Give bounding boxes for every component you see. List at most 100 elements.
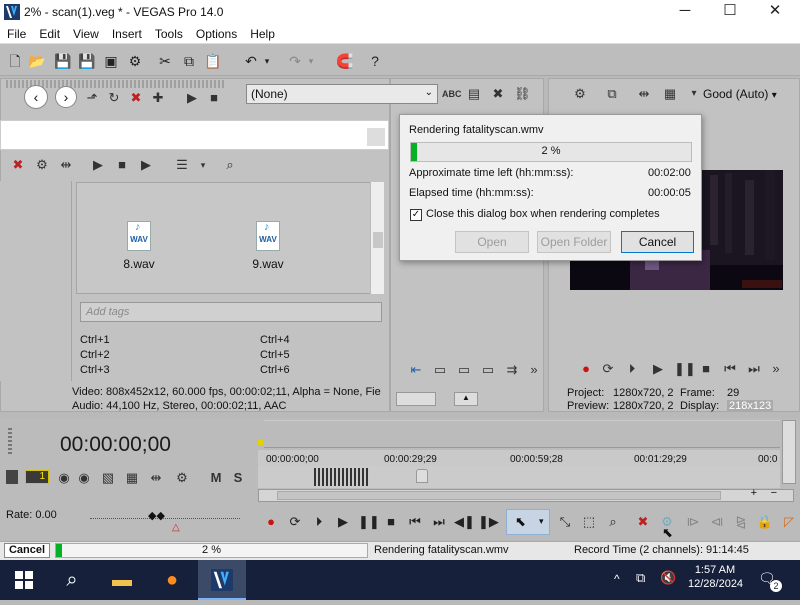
show-hidden-icons-icon[interactable]: ^ (614, 572, 620, 586)
forward-icon[interactable]: › (55, 86, 77, 108)
remove-icon[interactable]: ✖ (10, 157, 26, 173)
vertical-scrollbar[interactable] (782, 420, 796, 484)
menu-help[interactable]: Help (243, 24, 281, 44)
track-fx-icon[interactable]: ▦ (124, 470, 140, 486)
preview-play-icon[interactable]: ▶ (90, 157, 106, 173)
timeline-horizontal-scrollbar[interactable]: + − (258, 487, 794, 502)
envelope-tool-icon[interactable]: ⤡ (556, 513, 574, 531)
status-cancel-button[interactable]: Cancel (4, 543, 50, 558)
trim-mode-icon[interactable]: ▭ (432, 362, 448, 378)
track-motion-icon[interactable]: ▧ (100, 470, 116, 486)
clock[interactable]: 1:57 AM 12/28/2024 (688, 564, 743, 590)
file-list-scrollbar[interactable] (370, 182, 384, 294)
transport-play-icon[interactable]: ▶ (334, 513, 352, 531)
trim-end-icon[interactable]: ⧏ (708, 513, 726, 531)
up-folder-icon[interactable]: ⬏ (84, 90, 100, 106)
trim-region-icon[interactable]: ▭ (480, 362, 496, 378)
prev-frame-icon[interactable]: ⏮ (722, 361, 738, 377)
open-button[interactable]: Open (455, 231, 529, 253)
play-from-start-icon[interactable]: ⏵ (624, 361, 640, 377)
address-dropdown-icon[interactable] (367, 128, 385, 146)
pause-icon[interactable]: ❚❚ (674, 361, 696, 377)
menu-tools[interactable]: Tools (148, 24, 189, 44)
whats-this-help-icon[interactable]: ? (366, 52, 384, 70)
paste-icon[interactable]: 📋 (204, 52, 222, 70)
mute-icon[interactable]: ◉ (56, 470, 72, 486)
trim-start-icon[interactable]: ⧐ (684, 513, 702, 531)
insert-marker-icon[interactable]: ◸ (780, 513, 798, 531)
network-icon[interactable]: ⧉ (636, 570, 645, 586)
file-explorer-icon[interactable]: ▬ (98, 560, 146, 600)
selection-tool-icon[interactable]: ⬚ (580, 513, 598, 531)
auto-preview-icon[interactable]: ⇹ (58, 157, 74, 173)
marker-bar[interactable] (264, 420, 780, 448)
normal-edit-tool-button[interactable]: ⬉ ▾ (506, 509, 550, 535)
auto-play-icon[interactable]: ▶ (138, 157, 154, 173)
track-expand-icon[interactable] (6, 470, 18, 484)
undo-dropdown-icon[interactable]: ▾ (262, 52, 272, 70)
views-dropdown-icon[interactable]: ▾ (198, 157, 208, 173)
open-folder-button[interactable]: Open Folder (537, 231, 611, 253)
fx-select[interactable]: (None) ⌄ (246, 84, 438, 104)
transport-record-icon[interactable]: ● (262, 513, 280, 531)
redo-icon[interactable]: ↷ (286, 52, 304, 70)
go-to-start-icon[interactable]: ⏮ (406, 513, 424, 531)
solo-icon[interactable]: ◉ (76, 470, 92, 486)
explorer-play-icon[interactable]: ▶ (184, 90, 200, 106)
scrollbar-thumb[interactable] (373, 232, 383, 248)
save-icon[interactable]: 💾 (54, 52, 72, 70)
zoom-out-icon[interactable]: − (771, 487, 777, 499)
transport-loop-icon[interactable]: ⟳ (286, 513, 304, 531)
explorer-stop-icon[interactable]: ■ (206, 90, 222, 106)
loop-icon[interactable]: ⟳ (600, 361, 616, 377)
menu-options[interactable]: Options (189, 24, 243, 44)
mute-m-button[interactable]: M (208, 470, 224, 486)
trim-add-icon[interactable]: ⇉ (504, 362, 520, 378)
zoom-tool-icon[interactable]: ⌕ (604, 513, 622, 531)
split-screen-icon[interactable]: ⇹ (636, 86, 652, 102)
save-as-icon[interactable]: 💾 (78, 52, 96, 70)
redo-dropdown-icon[interactable]: ▾ (306, 52, 316, 70)
undo-icon[interactable]: ↶ (242, 52, 260, 70)
settings-gear-icon[interactable]: ⚙ (34, 157, 50, 173)
cut-icon[interactable]: ✂ (156, 52, 174, 70)
external-monitor-icon[interactable]: ⧉ (604, 86, 620, 102)
close-when-done-checkbox[interactable]: ✓ (410, 209, 422, 221)
record-icon[interactable]: ● (578, 361, 594, 377)
transport-stop-icon[interactable]: ■ (382, 513, 400, 531)
play-icon[interactable]: ▶ (650, 361, 666, 377)
menu-file[interactable]: File (0, 24, 32, 44)
playhead-marker-icon[interactable] (416, 469, 428, 483)
menu-view[interactable]: View (66, 24, 105, 44)
composite-mode-icon[interactable]: ⇹ (148, 470, 164, 486)
views-icon[interactable]: ☰ (174, 157, 190, 173)
copy-icon[interactable]: ⧉ (180, 52, 198, 70)
edit-text-icon[interactable]: ▤ (466, 86, 482, 102)
search-icon[interactable]: ⌕ (48, 560, 96, 600)
trim-area-icon[interactable]: ▭ (456, 362, 472, 378)
lock-icon[interactable]: 🔒 (756, 513, 774, 531)
vegas-taskbar-icon[interactable] (198, 560, 246, 600)
fx-chain-icon[interactable]: ⛓ (514, 86, 531, 102)
preview-settings-icon[interactable]: ⚙ (572, 86, 588, 102)
file-item[interactable]: ♪ WAV 8.wav (109, 221, 169, 271)
menu-insert[interactable]: Insert (105, 24, 148, 44)
track-number[interactable]: 1 (25, 470, 49, 484)
start-windows-icon[interactable] (0, 560, 48, 600)
overlays-icon[interactable]: ▦ (662, 86, 678, 102)
add-favorite-icon[interactable]: ✚ (150, 90, 166, 106)
more-controls-icon[interactable]: » (768, 361, 784, 377)
minimize-button[interactable]: ─ (662, 0, 708, 24)
trim-mark-icon[interactable]: ⇤ (408, 362, 424, 378)
open-icon[interactable]: 📂 (28, 52, 46, 70)
clip-thumbnail[interactable] (314, 468, 370, 486)
transport-play-start-icon[interactable]: ⏵ (310, 513, 328, 531)
render-icon[interactable]: ▣ (102, 52, 120, 70)
file-item[interactable]: ♪ WAV 9.wav (238, 221, 298, 271)
rate-slider-handle-icon[interactable]: ◆◆ (148, 509, 165, 522)
prev-frame-icon[interactable]: ◀❚ (454, 513, 475, 531)
track-settings-icon[interactable]: ⚙ (174, 470, 190, 486)
volume-muted-icon[interactable]: 🔇 (660, 570, 676, 586)
enable-snapping-icon[interactable]: 🧲 (336, 52, 354, 70)
solo-s-button[interactable]: S (230, 470, 246, 486)
